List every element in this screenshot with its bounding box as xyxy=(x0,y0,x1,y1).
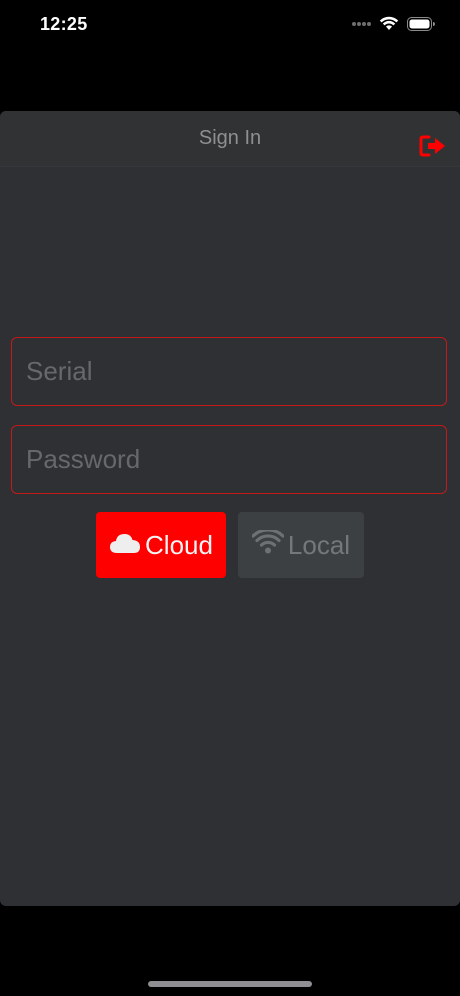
page-title: Sign In xyxy=(198,127,262,149)
status-time: 12:25 xyxy=(40,14,88,34)
serial-field[interactable] xyxy=(11,337,447,406)
app-card: Sign In Cloud xyxy=(0,111,460,906)
status-bar: 12:25 xyxy=(0,0,460,50)
wifi-icon xyxy=(251,527,285,561)
cloud-icon xyxy=(109,530,141,561)
nav-bar: Sign In xyxy=(0,111,460,167)
status-icons xyxy=(351,16,436,31)
cloud-button-label: Cloud xyxy=(145,529,213,560)
home-indicator[interactable] xyxy=(148,981,312,987)
signal-dots-icon xyxy=(351,21,371,27)
battery-icon xyxy=(407,16,436,31)
local-button-label: Local xyxy=(287,529,351,560)
password-input[interactable] xyxy=(12,426,446,493)
cloud-button[interactable]: Cloud xyxy=(96,512,226,578)
serial-input[interactable] xyxy=(12,338,446,405)
local-button[interactable]: Local xyxy=(238,512,364,578)
logout-button[interactable] xyxy=(418,135,448,161)
screen: 12:25 Sign In Serial Cloud Local xyxy=(0,0,460,996)
wifi-status-icon xyxy=(379,16,399,31)
sign-out-icon xyxy=(419,135,447,162)
password-field[interactable] xyxy=(11,425,447,494)
